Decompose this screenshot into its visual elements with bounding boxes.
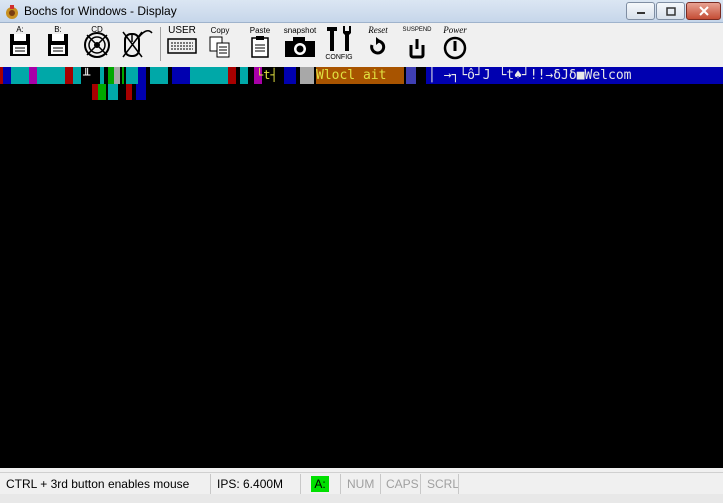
vga-block <box>3 67 11 84</box>
vga-block <box>100 67 104 84</box>
reset-label: Reset <box>368 25 388 35</box>
floppy-a-icon: A: <box>10 25 30 56</box>
vga-block <box>228 67 236 84</box>
vga-block <box>150 67 168 84</box>
vga-block <box>136 84 146 100</box>
floppy-a-button[interactable]: A: <box>6 23 34 67</box>
camera-icon <box>285 37 315 57</box>
status-separator <box>210 474 211 494</box>
reset-icon <box>370 37 386 55</box>
minimize-button[interactable] <box>626 2 655 20</box>
vga-block <box>108 84 118 100</box>
snapshot-button[interactable]: snapshot <box>281 23 319 67</box>
vga-welcome-text: │ →┐└ô┘J └t♠┘!!→δJδ■Welcom <box>426 67 723 84</box>
vga-text-segment: Wlocl ait <box>316 68 387 83</box>
vga-glyph: └t┤ <box>256 68 278 82</box>
floppy-b-button[interactable]: B: <box>44 23 72 67</box>
vga-block <box>114 67 120 84</box>
vga-block <box>138 67 146 84</box>
vga-block <box>300 67 314 84</box>
paste-icon <box>251 36 269 58</box>
toolbar-separator <box>160 27 161 61</box>
vga-block <box>98 84 106 100</box>
window-bottom-edge <box>0 494 723 503</box>
power-button[interactable]: Power <box>438 23 472 67</box>
power-label: Power <box>443 25 467 35</box>
floppy-b-label: B: <box>54 25 62 34</box>
vga-text-row: ╨ └t┤ Wlocl ait │ →┐└ô┘J └t♠┘!!→δJδ■Welc… <box>0 67 723 84</box>
maximize-button[interactable] <box>656 2 685 20</box>
vga-block <box>73 67 81 84</box>
vga-block <box>37 67 65 84</box>
suspend-button[interactable]: SUSPEND <box>400 23 434 67</box>
floppy-a-label: A: <box>16 25 24 34</box>
status-separator <box>380 474 381 494</box>
config-label: CONFIG <box>325 54 353 61</box>
status-separator <box>458 474 459 494</box>
vga-block <box>172 67 190 84</box>
vga-block <box>65 67 73 84</box>
vga-glyph: ╨ <box>83 68 91 82</box>
user-label: USER <box>168 25 196 36</box>
num-lock-indicator: NUM <box>347 477 375 491</box>
vga-block <box>29 67 37 84</box>
vga-block <box>122 67 124 84</box>
suspend-label: SUSPEND <box>402 27 432 33</box>
ips-readout: IPS: 6.400M <box>217 477 284 491</box>
drive-a-indicator: A: <box>311 476 329 492</box>
mouse-toggle-button[interactable] <box>120 23 154 67</box>
bochs-app-icon <box>6 5 18 19</box>
title-bar: Bochs for Windows - Display <box>0 0 723 23</box>
vga-block <box>126 84 132 100</box>
paste-label: Paste <box>249 26 271 35</box>
scroll-lock-indicator: SCRL <box>427 477 460 491</box>
floppy-b-icon: B: <box>48 25 68 56</box>
suspend-icon <box>409 39 425 59</box>
mouse-icon <box>122 30 153 58</box>
status-separator <box>420 474 421 494</box>
window-title: Bochs for Windows - Display <box>24 4 177 18</box>
paste-button[interactable]: Paste <box>245 23 275 67</box>
vga-block <box>190 67 228 84</box>
copy-icon <box>209 36 230 58</box>
reset-button[interactable]: Reset <box>360 23 396 67</box>
config-tools-icon <box>327 26 351 51</box>
cdrom-button[interactable]: CD <box>82 23 112 67</box>
mouse-hint-text: CTRL + 3rd button enables mouse <box>6 477 190 491</box>
close-button[interactable] <box>686 2 721 20</box>
close-icon <box>698 6 709 16</box>
user-button[interactable]: USER <box>165 23 199 67</box>
emulator-display[interactable]: ╨ └t┤ Wlocl ait │ →┐└ô┘J └t♠┘!!→δJδ■Welc… <box>0 67 723 468</box>
vga-block <box>11 67 29 84</box>
power-icon <box>443 36 467 60</box>
config-button[interactable]: CONFIG <box>322 23 356 67</box>
status-bar: CTRL + 3rd button enables mouse IPS: 6.4… <box>0 472 723 495</box>
status-separator <box>340 474 341 494</box>
toolbar: A: B: CD USER Copy Paste snapshot CONFIG… <box>0 23 723 67</box>
copy-label: Copy <box>210 26 230 35</box>
vga-block <box>240 67 248 84</box>
vga-block <box>284 67 296 84</box>
vga-block <box>126 67 138 84</box>
caps-lock-indicator: CAPS <box>386 477 419 491</box>
status-separator <box>300 474 301 494</box>
maximize-icon <box>665 6 676 16</box>
snapshot-label: snapshot <box>283 26 317 35</box>
vga-block <box>406 67 416 84</box>
vga-text-row <box>0 84 723 100</box>
keyboard-icon <box>167 38 197 54</box>
minimize-icon <box>636 12 645 14</box>
copy-button[interactable]: Copy <box>205 23 235 67</box>
cdrom-icon: CD <box>84 25 110 58</box>
